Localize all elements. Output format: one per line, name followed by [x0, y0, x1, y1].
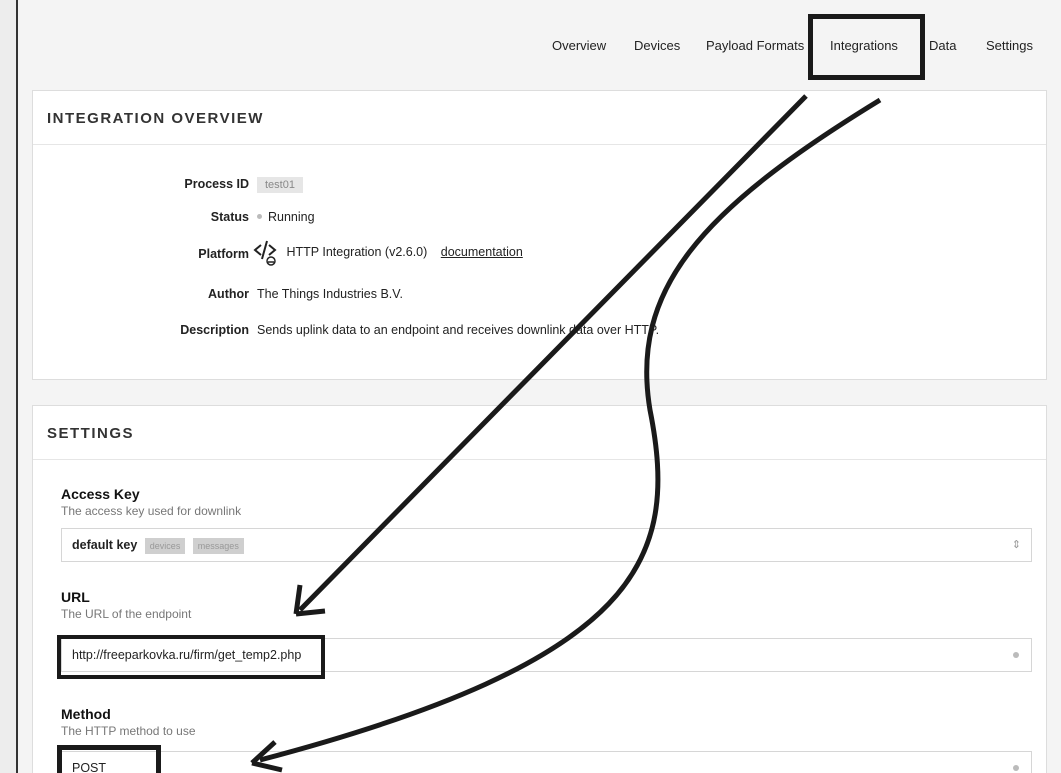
- arrow-to-method: [259, 97, 882, 763]
- annotation-arrows: [250, 94, 882, 773]
- arrow-to-url: [298, 94, 808, 612]
